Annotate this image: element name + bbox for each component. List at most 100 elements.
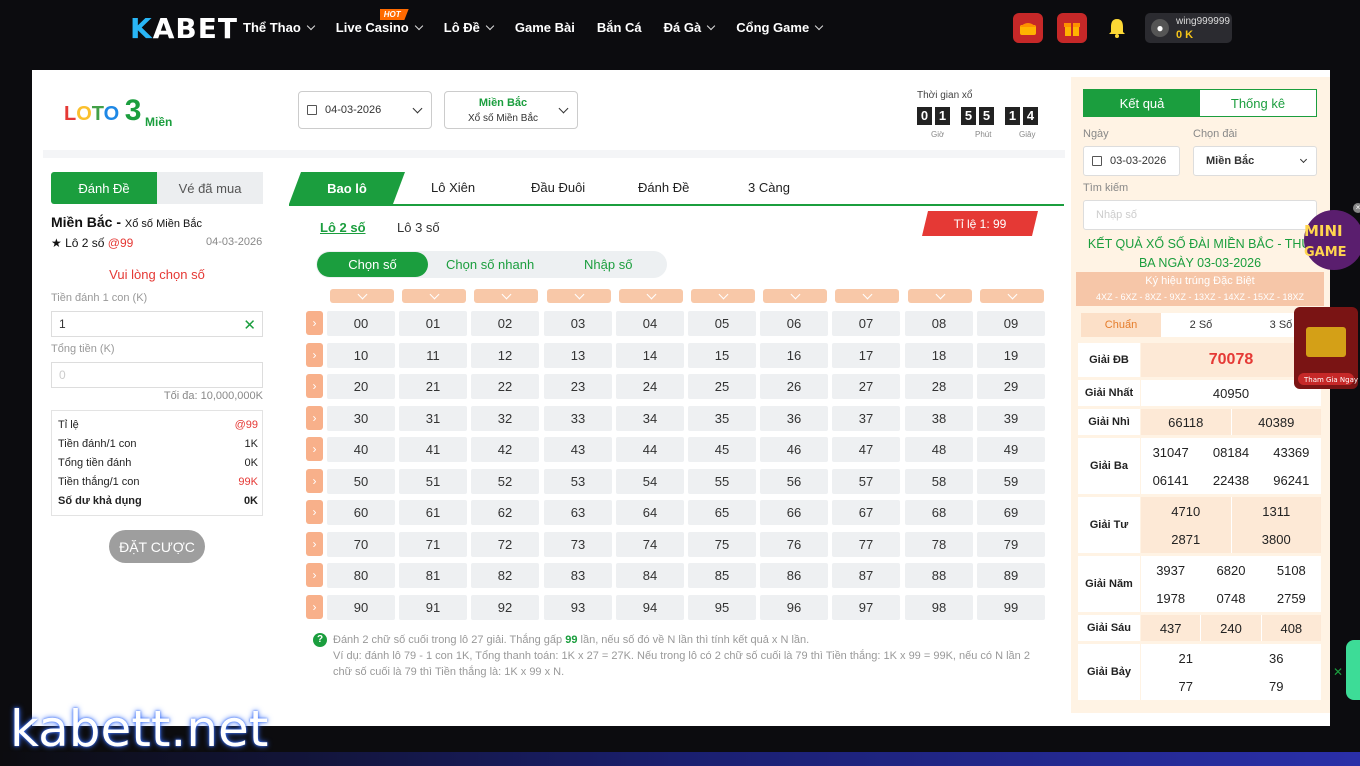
number-cell[interactable]: 36 (760, 405, 828, 431)
number-cell[interactable]: 17 (832, 342, 900, 368)
nav-item-2[interactable]: Lô Đề (444, 20, 495, 35)
number-cell[interactable]: 62 (471, 500, 539, 525)
results-region-select[interactable]: Miền Bắc (1193, 146, 1317, 176)
row-select-arrow[interactable]: › (306, 405, 323, 430)
per-amount-input[interactable]: 1 ✕ (51, 311, 263, 337)
tab-bought-tickets[interactable]: Vé đã mua (157, 172, 263, 204)
number-cell[interactable]: 76 (760, 531, 828, 557)
number-cell[interactable]: 10 (327, 342, 395, 368)
number-cell[interactable]: 63 (544, 500, 612, 525)
number-cell[interactable]: 08 (905, 311, 973, 336)
column-select-chevron[interactable] (547, 289, 611, 303)
kabet-logo[interactable]: KABET (130, 12, 238, 45)
number-cell[interactable]: 32 (471, 405, 539, 431)
number-cell[interactable]: 12 (471, 342, 539, 368)
number-cell[interactable]: 70 (327, 531, 395, 557)
number-cell[interactable]: 41 (399, 437, 467, 462)
event-promo[interactable]: Tham Gia Ngay (1292, 305, 1360, 391)
row-select-arrow[interactable]: › (306, 311, 323, 335)
place-bet-button[interactable]: ĐẶT CƯỢC (109, 530, 205, 563)
number-cell[interactable]: 67 (832, 500, 900, 525)
mode-choose-number[interactable]: Chọn số (317, 252, 428, 277)
column-select-chevron[interactable] (835, 289, 899, 303)
number-cell[interactable]: 83 (544, 563, 612, 588)
number-cell[interactable]: 34 (616, 405, 684, 431)
number-cell[interactable]: 25 (688, 374, 756, 399)
number-cell[interactable]: 66 (760, 500, 828, 525)
number-cell[interactable]: 61 (399, 500, 467, 525)
number-cell[interactable]: 84 (616, 563, 684, 588)
number-cell[interactable]: 80 (327, 563, 395, 588)
row-select-arrow[interactable]: › (306, 500, 323, 524)
tab-place-bet[interactable]: Đánh Đề (51, 172, 157, 204)
close-icon[interactable]: ✕ (1333, 665, 1343, 679)
nav-item-5[interactable]: Đá Gà (664, 20, 716, 35)
number-cell[interactable]: 48 (905, 437, 973, 462)
number-cell[interactable]: 19 (977, 342, 1045, 368)
number-cell[interactable]: 23 (544, 374, 612, 399)
number-cell[interactable]: 56 (760, 468, 828, 494)
clear-icon[interactable]: ✕ (243, 316, 256, 334)
tab-3[interactable]: Đánh Đề (638, 180, 689, 195)
number-cell[interactable]: 86 (760, 563, 828, 588)
number-cell[interactable]: 75 (688, 531, 756, 557)
number-cell[interactable]: 97 (832, 594, 900, 620)
number-cell[interactable]: 43 (544, 437, 612, 462)
number-cell[interactable]: 87 (832, 563, 900, 588)
column-select-chevron[interactable] (908, 289, 972, 303)
number-cell[interactable]: 11 (399, 342, 467, 368)
number-cell[interactable]: 37 (832, 405, 900, 431)
mode-quick-choose[interactable]: Chọn số nhanh (446, 257, 534, 272)
number-cell[interactable]: 06 (760, 311, 828, 336)
number-cell[interactable]: 93 (544, 594, 612, 620)
number-cell[interactable]: 49 (977, 437, 1045, 462)
tab-2[interactable]: Đầu Đuôi (531, 180, 585, 195)
number-cell[interactable]: 15 (688, 342, 756, 368)
row-select-arrow[interactable]: › (306, 531, 323, 556)
tab-1[interactable]: Lô Xiên (431, 180, 475, 195)
column-select-chevron[interactable] (402, 289, 466, 303)
region-select[interactable]: Miền Bắc Xổ số Miền Bắc (444, 91, 578, 129)
number-cell[interactable]: 89 (977, 563, 1045, 588)
number-cell[interactable]: 52 (471, 468, 539, 494)
number-cell[interactable]: 60 (327, 500, 395, 525)
number-cell[interactable]: 09 (977, 311, 1045, 336)
nav-item-1[interactable]: Live Casino HOT (336, 9, 423, 35)
number-cell[interactable]: 94 (616, 594, 684, 620)
number-cell[interactable]: 71 (399, 531, 467, 557)
number-cell[interactable]: 53 (544, 468, 612, 494)
gift-icon[interactable] (1057, 13, 1087, 43)
nav-item-6[interactable]: Cổng Game (736, 20, 824, 35)
column-select-chevron[interactable] (691, 289, 755, 303)
number-cell[interactable]: 07 (832, 311, 900, 336)
number-cell[interactable]: 05 (688, 311, 756, 336)
nav-item-0[interactable]: Thể Thao (243, 20, 316, 35)
number-cell[interactable]: 54 (616, 468, 684, 494)
row-select-arrow[interactable]: › (306, 594, 323, 619)
number-cell[interactable]: 68 (905, 500, 973, 525)
number-cell[interactable]: 95 (688, 594, 756, 620)
column-select-chevron[interactable] (330, 289, 394, 303)
number-cell[interactable]: 46 (760, 437, 828, 462)
column-select-chevron[interactable] (619, 289, 683, 303)
side-widget[interactable] (1346, 640, 1360, 700)
number-cell[interactable]: 81 (399, 563, 467, 588)
number-cell[interactable]: 13 (544, 342, 612, 368)
number-cell[interactable]: 92 (471, 594, 539, 620)
subtab-lo-2-so[interactable]: Lô 2 số (320, 220, 366, 235)
number-cell[interactable]: 31 (399, 405, 467, 431)
column-select-chevron[interactable] (980, 289, 1044, 303)
treasure-icon[interactable] (1013, 13, 1043, 43)
subtab-lo-3-so[interactable]: Lô 3 số (397, 220, 440, 235)
number-cell[interactable]: 78 (905, 531, 973, 557)
number-cell[interactable]: 82 (471, 563, 539, 588)
mini-game-promo[interactable]: MINI GAME (1298, 204, 1360, 276)
number-cell[interactable]: 27 (832, 374, 900, 399)
number-cell[interactable]: 14 (616, 342, 684, 368)
number-cell[interactable]: 03 (544, 311, 612, 336)
number-cell[interactable]: 45 (688, 437, 756, 462)
column-select-chevron[interactable] (474, 289, 538, 303)
number-cell[interactable]: 26 (760, 374, 828, 399)
number-cell[interactable]: 20 (327, 374, 395, 399)
nav-item-3[interactable]: Game Bài (515, 20, 575, 35)
